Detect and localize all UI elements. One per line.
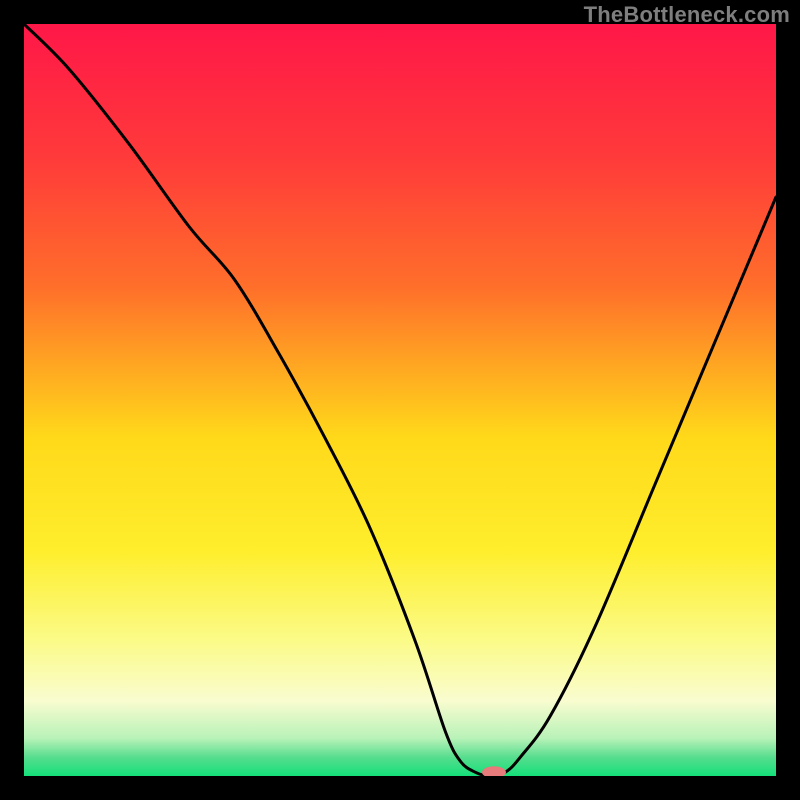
chart-svg [24, 24, 776, 776]
plot-area [24, 24, 776, 776]
chart-frame: TheBottleneck.com [0, 0, 800, 800]
gradient-background [24, 24, 776, 776]
watermark-text: TheBottleneck.com [584, 2, 790, 28]
